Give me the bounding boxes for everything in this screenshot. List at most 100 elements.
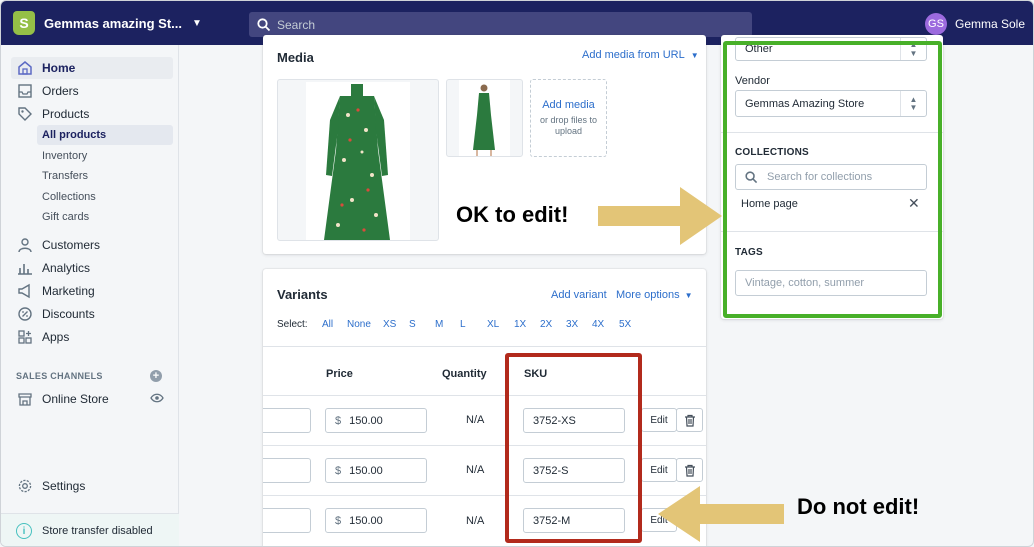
user-name[interactable]: Gemma Sole [955,17,1025,31]
search-placeholder: Search [277,17,316,32]
select-2x[interactable]: 2X [540,319,552,330]
trash-icon [684,414,695,427]
table-divider [263,346,706,347]
main-product-image[interactable] [277,79,439,241]
currency-symbol: $ [335,514,342,527]
select-s[interactable]: S [409,319,416,330]
sidebar-item-customers[interactable]: Customers [11,234,173,256]
edit-button[interactable]: Edit [641,458,677,482]
eye-icon[interactable] [150,392,164,407]
sidebar-item-label: Analytics [42,261,91,275]
sidebar-item-label: Online Store [42,392,109,406]
sidebar-item-label: Orders [42,84,79,98]
add-sales-channel-icon[interactable]: + [150,370,162,382]
sidebar: Home Orders Products All products Invent… [1,45,179,546]
sidebar-item-label: Settings [42,479,86,493]
sidebar-subitem-gift-cards[interactable]: Gift cards [37,207,173,227]
search-icon [257,17,271,31]
info-icon: i [16,523,32,539]
select-4x[interactable]: 4X [592,319,604,330]
editable-highlight-box [723,41,942,318]
right-arrow-icon [598,187,722,245]
sidebar-item-marketing[interactable]: Marketing [11,280,173,302]
media-title: Media [277,50,314,65]
variant-option-field[interactable] [263,408,311,433]
price-input[interactable]: $ 150.00 [325,408,427,433]
store-transfer-banner: i Store transfer disabled [1,513,179,546]
bar-chart-icon [16,259,34,277]
store-name[interactable]: Gemmas amazing St... [44,16,182,31]
sidebar-item-label: Apps [42,330,70,344]
select-1x[interactable]: 1X [514,319,526,330]
edit-button[interactable]: Edit [641,408,677,432]
price-input[interactable]: $ 150.00 [325,508,427,533]
variant-option-field[interactable] [263,458,311,483]
more-options-label: More options [616,289,680,301]
avatar[interactable]: GS [925,13,947,35]
quantity-value: N/A [466,414,485,426]
sidebar-item-label: Marketing [42,284,95,298]
select-all[interactable]: All [322,319,333,330]
left-arrow-icon [658,486,784,542]
shopify-logo-icon[interactable]: S [13,11,35,35]
person-icon [16,236,34,254]
currency-symbol: $ [335,464,342,477]
price-value: 150.00 [349,414,383,427]
sidebar-item-label: Home [42,61,76,75]
sidebar-item-orders[interactable]: Orders [11,80,173,102]
megaphone-icon [16,282,34,300]
app-window: S Gemmas amazing St... ▼ Search GS Gemma… [0,0,1034,547]
quantity-header: Quantity [442,368,487,380]
price-value: 150.00 [349,464,383,477]
tag-icon [16,105,34,123]
select-m[interactable]: M [435,319,443,330]
do-not-edit-annotation: Do not edit! [797,494,920,519]
chevron-down-icon: ▼ [684,290,693,300]
media-dropzone[interactable]: Add media or drop files to upload [530,79,607,157]
sales-channels-label: SALES CHANNELS [16,371,103,381]
trash-icon [684,464,695,477]
sidebar-item-settings[interactable]: Settings [11,475,173,497]
price-input[interactable]: $ 150.00 [325,458,427,483]
green-dress-image [306,82,410,240]
select-none[interactable]: None [347,319,371,330]
price-header: Price [326,368,353,380]
sidebar-item-discounts[interactable]: Discounts [11,303,173,325]
add-media-button[interactable]: Add media [542,99,595,111]
home-icon [16,59,34,77]
sidebar-item-apps[interactable]: Apps [11,326,173,348]
chevron-down-icon: ▼ [690,50,699,60]
select-3x[interactable]: 3X [566,319,578,330]
locked-sku-highlight-box [505,353,642,543]
sidebar-subitem-all-products[interactable]: All products [37,125,173,145]
search-bar[interactable]: Search [249,12,752,37]
add-variant-link[interactable]: Add variant [551,289,607,301]
add-media-from-url-label: Add media from URL [582,49,685,61]
drop-hint: or drop files to upload [539,115,598,136]
store-transfer-text: Store transfer disabled [42,525,153,537]
sidebar-item-home[interactable]: Home [11,57,173,79]
sidebar-item-label: Discounts [42,307,95,321]
delete-button[interactable] [676,458,703,482]
sidebar-item-label: Customers [42,238,101,252]
add-media-from-url-link[interactable]: Add media from URL ▼ [582,49,699,61]
select-5x[interactable]: 5X [619,319,631,330]
sidebar-item-products[interactable]: Products [11,103,173,125]
sidebar-subitem-transfers[interactable]: Transfers [37,166,173,186]
sidebar-item-analytics[interactable]: Analytics [11,257,173,279]
select-l[interactable]: L [460,319,466,330]
sidebar-item-online-store[interactable]: Online Store [11,388,173,410]
variant-option-field[interactable] [263,508,311,533]
store-icon [16,390,34,408]
delete-button[interactable] [676,408,703,432]
secondary-product-image[interactable] [446,79,523,157]
sidebar-subitem-inventory[interactable]: Inventory [37,146,173,166]
apps-icon [16,328,34,346]
store-dropdown-caret-icon[interactable]: ▼ [192,18,202,29]
model-dress-image [459,80,510,156]
variants-title: Variants [277,287,328,302]
more-options-button[interactable]: More options ▼ [616,289,693,301]
select-xs[interactable]: XS [383,319,396,330]
select-xl[interactable]: XL [487,319,499,330]
sidebar-subitem-collections[interactable]: Collections [37,187,173,207]
